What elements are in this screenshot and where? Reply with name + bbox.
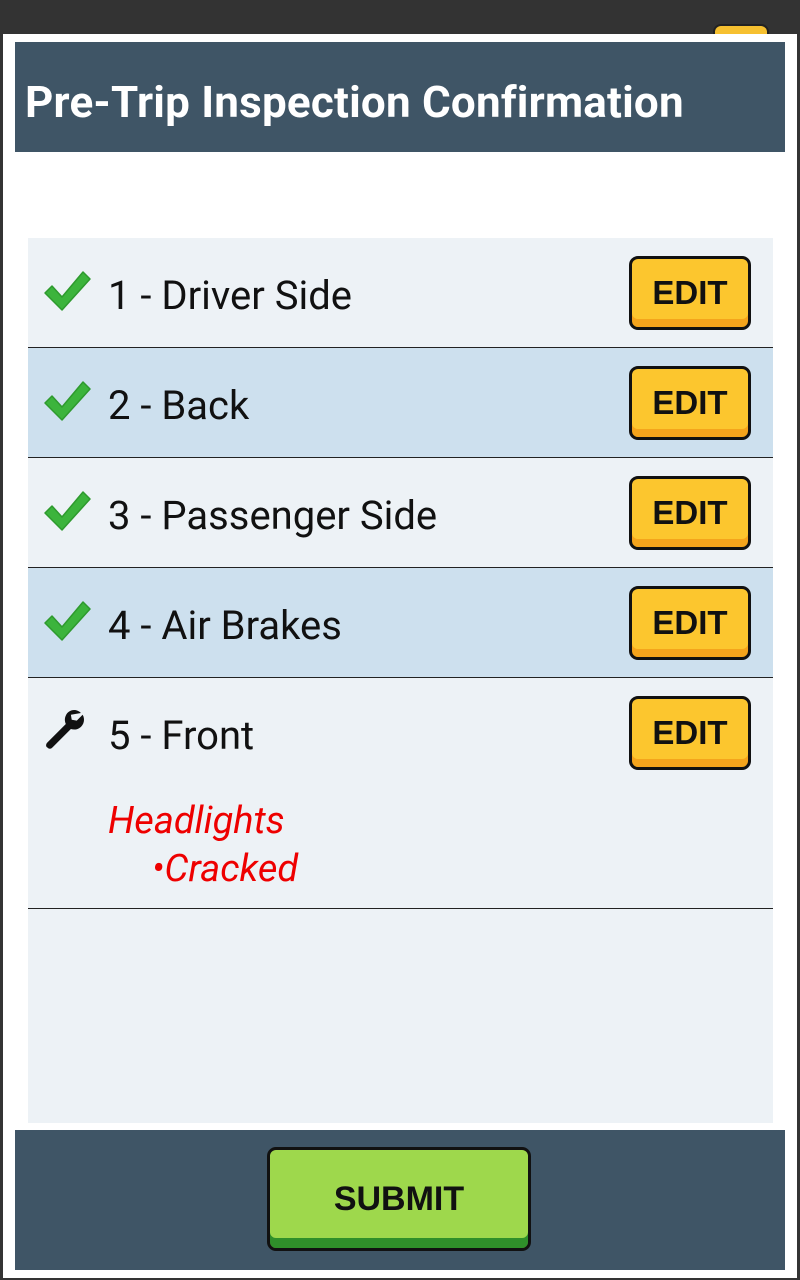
- section-label: 5 - Front: [108, 712, 255, 759]
- edit-front-button[interactable]: EDIT: [629, 696, 751, 770]
- status-bar: [0, 0, 800, 36]
- section-row-front: 5 - Front EDIT Headlights •Cracked: [28, 678, 773, 909]
- section-row-passenger-side: 3 - Passenger Side EDIT: [28, 458, 773, 568]
- dialog-title: Pre-Trip Inspection Confirmation: [25, 76, 684, 128]
- section-row-driver-side: 1 - Driver Side EDIT: [28, 238, 773, 348]
- section-label: 3 - Passenger Side: [108, 492, 438, 539]
- dialog-frame: Pre-Trip Inspection Confirmation 1 - Dri…: [15, 42, 785, 1270]
- section-row-air-brakes: 4 - Air Brakes EDIT: [28, 568, 773, 678]
- check-icon: [44, 491, 91, 531]
- section-label: 1 - Driver Side: [108, 272, 352, 319]
- dialog-header: Pre-Trip Inspection Confirmation: [15, 42, 785, 152]
- edit-driver-side-button[interactable]: EDIT: [629, 256, 751, 330]
- edit-back-button[interactable]: EDIT: [629, 366, 751, 440]
- inspection-section-list: 1 - Driver Side EDIT 2 - Back EDIT 3 - P…: [28, 238, 773, 1123]
- check-icon: [44, 381, 91, 421]
- edit-passenger-side-button[interactable]: EDIT: [629, 476, 751, 550]
- issue-detail: •Cracked: [152, 847, 299, 891]
- wrench-icon: [46, 710, 85, 749]
- submit-button[interactable]: SUBMIT: [267, 1147, 531, 1251]
- dialog-footer: SUBMIT: [15, 1130, 785, 1270]
- section-row-back: 2 - Back EDIT: [28, 348, 773, 458]
- edit-air-brakes-button[interactable]: EDIT: [629, 586, 751, 660]
- inspection-confirmation-dialog: Pre-Trip Inspection Confirmation 1 - Dri…: [3, 34, 797, 1278]
- section-label: 2 - Back: [108, 382, 250, 429]
- check-icon: [44, 271, 91, 311]
- check-icon: [44, 601, 91, 641]
- section-label: 4 - Air Brakes: [108, 602, 342, 649]
- issue-category: Headlights: [108, 799, 285, 843]
- dialog-content: 1 - Driver Side EDIT 2 - Back EDIT 3 - P…: [15, 152, 785, 1130]
